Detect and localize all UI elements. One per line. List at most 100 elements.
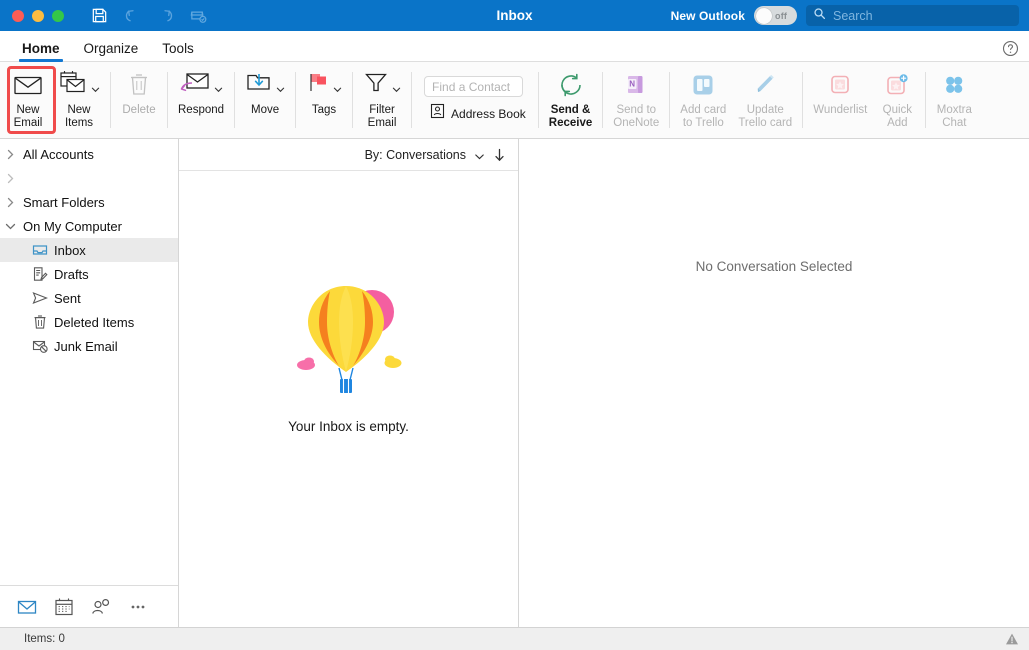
sidebar-item-drafts[interactable]: Drafts [0,262,178,286]
status-bar: Items: 0 [0,627,1029,650]
sidebar-item-inbox[interactable]: Inbox [0,238,178,262]
delete-label: Delete [122,104,155,117]
respond-button[interactable]: Respond [172,62,230,138]
empty-inbox-state: Your Inbox is empty. [179,171,518,627]
redo-icon[interactable] [156,6,175,25]
contact-card-icon [430,103,445,124]
sidebar-label-inbox: Inbox [54,243,86,258]
flag-icon [306,70,330,101]
add-card-to-trello-button[interactable]: Add card to Trello [674,62,732,138]
moxtra-icon [941,69,967,101]
address-book-button[interactable]: Address Book [424,103,526,124]
filter-email-button[interactable]: Filter Email [357,62,407,138]
move-button[interactable]: Move [239,62,291,138]
sidebar-footer-nav [0,585,178,627]
calendar-icon[interactable] [54,597,74,617]
move-label: Move [251,104,279,117]
people-icon[interactable] [91,597,111,617]
inbox-icon [32,242,48,258]
undo-icon[interactable] [123,6,142,25]
new-email-button[interactable]: New Email [4,62,52,138]
chevron-down-icon[interactable] [214,81,223,90]
mail-icon[interactable] [17,597,37,617]
sidebar-item-junk-email[interactable]: Junk Email [0,334,178,358]
find-contact-input[interactable]: Find a Contact [424,76,523,97]
moxtra-chat-button[interactable]: Moxtra Chat [930,62,978,138]
move-folder-icon [245,70,273,101]
send-receive-icon[interactable] [189,6,208,25]
tab-home[interactable]: Home [10,42,72,62]
chevron-down-icon[interactable] [4,220,17,233]
ellipsis-icon[interactable] [128,597,148,617]
chevron-right-icon[interactable] [4,148,17,161]
new-items-button[interactable]: New Items [52,62,106,138]
new-items-icon [58,70,88,101]
sent-icon [32,290,48,306]
wunderlist-button[interactable]: Wunderlist [807,62,873,138]
chevron-right-icon[interactable] [4,172,17,185]
sidebar-item-sent[interactable]: Sent [0,286,178,310]
send-receive-button[interactable]: Send & Receive [543,62,598,138]
quick-add-icon [884,69,910,101]
no-conversation-selected-text: No Conversation Selected [696,259,853,274]
search-input[interactable] [833,9,1012,23]
sidebar-label-all-accounts: All Accounts [23,147,94,162]
close-button[interactable] [12,10,24,22]
save-icon[interactable] [90,6,109,25]
sidebar-item-deleted-items[interactable]: Deleted Items [0,310,178,334]
tab-tools[interactable]: Tools [150,42,206,62]
ribbon-separator [411,72,412,128]
toggle-state-label: off [775,11,787,21]
trash-icon [32,314,48,330]
update-trello-card-button[interactable]: Update Trello card [732,62,798,138]
ribbon-separator [802,72,803,128]
chevron-down-icon[interactable] [474,149,485,160]
tab-organize[interactable]: Organize [72,42,151,62]
delete-button[interactable]: Delete [115,62,163,138]
new-outlook-toggle[interactable]: off [754,6,797,25]
search-box[interactable] [806,5,1019,26]
quick-add-label: Quick Add [883,104,912,129]
new-outlook-label: New Outlook [671,9,745,23]
help-icon[interactable] [1002,40,1019,57]
chevron-down-icon[interactable] [333,81,342,90]
sidebar-item-blank[interactable] [0,166,178,190]
sidebar-item-all-accounts[interactable]: All Accounts [0,142,178,166]
new-items-label: New Items [65,104,93,129]
chevron-down-icon[interactable] [91,81,100,90]
folder-sidebar: All Accounts Sm [0,139,179,627]
trash-icon [128,69,150,101]
sidebar-item-on-my-computer[interactable]: On My Computer [0,214,178,238]
chevron-right-icon[interactable] [4,196,17,209]
tags-button[interactable]: Tags [300,62,348,138]
maximize-button[interactable] [52,10,64,22]
tags-label: Tags [312,104,336,117]
trello-icon [690,69,716,101]
sidebar-item-smart-folders[interactable]: Smart Folders [0,190,178,214]
sort-by-label[interactable]: By: Conversations [365,148,466,162]
ribbon-separator [925,72,926,128]
warning-triangle-icon[interactable] [1005,632,1019,646]
respond-label: Respond [178,104,224,117]
sidebar-label-smart-folders: Smart Folders [23,195,105,210]
folder-list: All Accounts Sm [0,139,178,585]
arrow-down-icon[interactable] [493,148,506,162]
ribbon-separator [669,72,670,128]
ribbon-separator [295,72,296,128]
hot-air-balloon-illustration [294,274,404,402]
send-to-onenote-button[interactable]: N Send to OneNote [607,62,665,138]
ribbon-separator [234,72,235,128]
minimize-button[interactable] [32,10,44,22]
svg-text:N: N [630,80,636,89]
sidebar-label-sent: Sent [54,291,81,306]
quick-add-button[interactable]: Quick Add [873,62,921,138]
send-to-onenote-label: Send to OneNote [613,104,659,129]
chevron-down-icon[interactable] [392,81,401,90]
chevron-down-icon[interactable] [276,81,285,90]
find-contact-placeholder: Find a Contact [432,80,510,94]
sidebar-label-drafts: Drafts [54,267,89,282]
contact-group: Find a Contact Address Book [416,62,534,138]
add-card-to-trello-label: Add card to Trello [680,104,726,129]
send-receive-label: Send & Receive [549,104,592,129]
sidebar-label-on-my-computer: On My Computer [23,219,122,234]
